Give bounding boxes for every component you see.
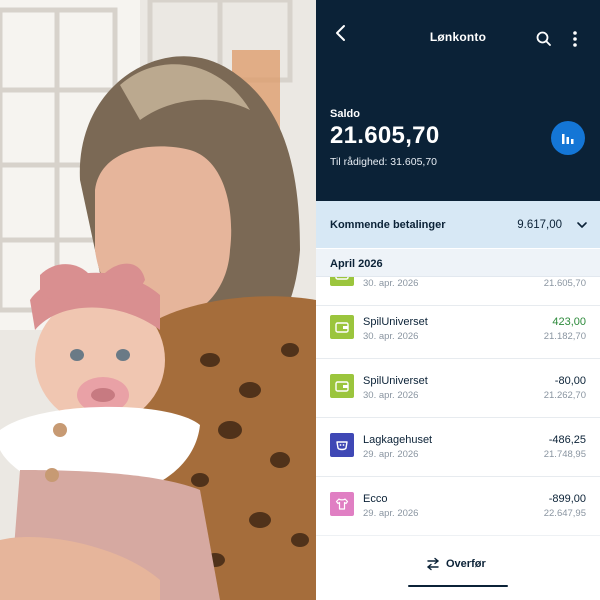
balance-amount: 21.605,70 bbox=[330, 122, 440, 149]
upcoming-payments-amount: 9.617,00 bbox=[517, 218, 562, 231]
balance-panel: Saldo 21.605,70 Til rådighed: 31.605,70 bbox=[316, 64, 600, 201]
transaction-list: 30. apr. 2026 21.605,70 SpilUniverset 30… bbox=[316, 277, 600, 535]
upcoming-payments-label: Kommende betalinger bbox=[330, 218, 446, 231]
bank-app-screen: Lønkonto Saldo 21.605,70 Til rådighed: 3… bbox=[316, 0, 600, 600]
bottom-bar: Overfør bbox=[316, 535, 600, 600]
transaction-balance: 21.262,70 bbox=[543, 390, 586, 401]
transaction-amount: -486,25 bbox=[548, 434, 586, 446]
search-icon bbox=[536, 31, 551, 46]
transaction-date: 30. apr. 2026 bbox=[363, 331, 419, 342]
transaction-row[interactable]: Lagkagehuset 29. apr. 2026 -486,25 21.74… bbox=[316, 418, 600, 477]
transaction-date: 30. apr. 2026 bbox=[363, 278, 419, 289]
transaction-row[interactable]: SpilUniverset 30. apr. 2026 423,00 21.18… bbox=[316, 300, 600, 359]
balance-label: Saldo bbox=[330, 108, 360, 120]
bar-chart-icon bbox=[562, 134, 574, 144]
statistics-button[interactable] bbox=[551, 121, 585, 155]
transfer-arrows-icon bbox=[427, 557, 439, 571]
transaction-row[interactable]: SpilUniverset 30. apr. 2026 -80,00 21.26… bbox=[316, 359, 600, 418]
wallet-icon bbox=[330, 374, 354, 398]
search-button[interactable] bbox=[535, 30, 553, 48]
wallet-icon bbox=[330, 315, 354, 339]
transaction-amount: -80,00 bbox=[554, 375, 586, 387]
month-label: April 2026 bbox=[330, 258, 383, 270]
transaction-date: 29. apr. 2026 bbox=[363, 508, 419, 519]
top-bar: Lønkonto bbox=[316, 0, 600, 64]
photo-illustration bbox=[0, 0, 316, 600]
transaction-name: Lagkagehuset bbox=[363, 434, 433, 446]
transaction-name: Ecco bbox=[363, 493, 388, 505]
more-options-button[interactable] bbox=[568, 30, 582, 48]
home-indicator bbox=[408, 585, 508, 587]
transaction-name: SpilUniverset bbox=[363, 316, 428, 328]
more-vertical-icon bbox=[573, 31, 577, 47]
transfer-button[interactable]: Overfør bbox=[426, 554, 486, 574]
transfer-label: Overfør bbox=[446, 558, 486, 570]
upcoming-payments-row[interactable]: Kommende betalinger 9.617,00 bbox=[316, 201, 600, 248]
photo bbox=[0, 0, 316, 600]
chevron-down-icon bbox=[577, 222, 587, 228]
wallet-icon bbox=[330, 277, 354, 286]
transaction-balance: 21.182,70 bbox=[543, 331, 586, 342]
transaction-balance: 22.647,95 bbox=[543, 508, 586, 519]
month-header: April 2026 bbox=[316, 249, 600, 277]
transaction-amount: 423,00 bbox=[552, 316, 586, 328]
transaction-balance: 21.605,70 bbox=[543, 278, 586, 289]
transaction-date: 30. apr. 2026 bbox=[363, 390, 419, 401]
transaction-row[interactable]: Ecco 29. apr. 2026 -899,00 22.647,95 bbox=[316, 477, 600, 535]
transaction-balance: 21.748,95 bbox=[543, 449, 586, 460]
shirt-icon bbox=[330, 492, 354, 516]
food-icon bbox=[330, 433, 354, 457]
transaction-amount: -899,00 bbox=[548, 493, 586, 505]
transaction-date: 29. apr. 2026 bbox=[363, 449, 419, 460]
available-amount: Til rådighed: 31.605,70 bbox=[330, 156, 438, 168]
transaction-name: SpilUniverset bbox=[363, 375, 428, 387]
page-title: Lønkonto bbox=[429, 30, 487, 44]
